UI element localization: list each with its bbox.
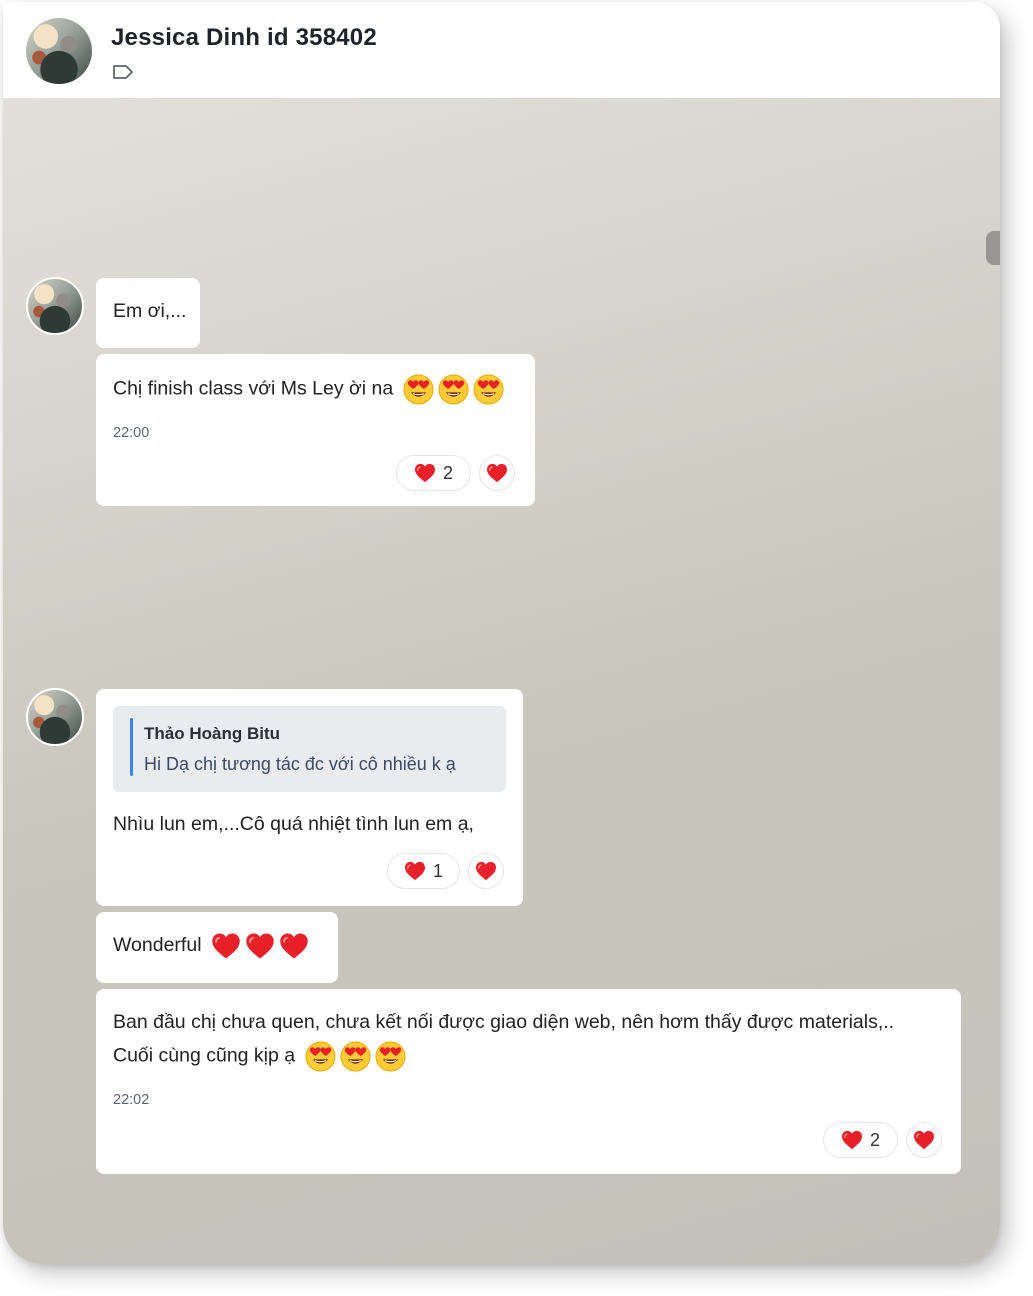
tag-icon[interactable] (112, 64, 134, 80)
reaction-count: 2 (442, 462, 453, 483)
red-heart-emoji-icon (245, 932, 275, 960)
heart-icon (913, 1130, 935, 1150)
message-text-content: Wonderful (113, 934, 202, 957)
chat-window: Jessica Dinh id 358402 Em ơi,... Chị fin… (3, 2, 1000, 1264)
react-button[interactable] (906, 1122, 942, 1158)
heart-icon (475, 861, 497, 881)
message-text-content: Cuối cùng cũng kịp ạ (113, 1044, 296, 1067)
sender-avatar[interactable] (26, 688, 84, 746)
quote-bar (130, 718, 133, 776)
react-button[interactable] (479, 455, 515, 491)
message-bubble[interactable]: Wonderful (96, 912, 338, 983)
heart-icon (486, 463, 508, 483)
reaction-count: 2 (869, 1129, 880, 1150)
reaction-count-pill[interactable]: 2 (823, 1122, 898, 1158)
heart-eyes-emoji-icon (375, 1041, 406, 1072)
heart-eyes-emoji-icon (305, 1041, 336, 1072)
message-bubble[interactable]: Ban đầu chị chưa quen, chưa kết nối được… (96, 989, 961, 1174)
message-time: 22:00 (113, 425, 150, 441)
heart-eyes-emoji-icon (403, 374, 434, 405)
heart-icon (841, 1130, 863, 1150)
message-text-line: Ban đầu chị chưa quen, chưa kết nối được… (113, 1011, 895, 1033)
reaction-count-pill[interactable]: 1 (387, 853, 460, 889)
contact-avatar[interactable] (26, 18, 92, 84)
react-button[interactable] (468, 853, 504, 889)
chat-header: Jessica Dinh id 358402 (3, 2, 1000, 98)
red-heart-emoji-icon (211, 932, 241, 960)
quoted-message[interactable]: Thảo Hoàng Bitu Hi Dạ chị tương tác đc v… (113, 706, 506, 792)
message-text-line: Cuối cùng cũng kịp ạ (113, 1041, 406, 1072)
heart-icon (414, 463, 436, 483)
message-text: Chị finish class với Ms Ley ời na (113, 374, 504, 405)
reaction-count: 1 (432, 860, 443, 881)
message-text: Em ơi,... (113, 300, 187, 322)
message-time: 22:02 (113, 1092, 150, 1108)
message-bubble[interactable]: Thảo Hoàng Bitu Hi Dạ chị tương tác đc v… (96, 689, 523, 906)
message-text-content: Chị finish class với Ms Ley ời na (113, 377, 394, 400)
quote-text: Hi Dạ chị tương tác đc với cô nhiều k ạ (144, 754, 456, 774)
sender-avatar[interactable] (26, 277, 84, 335)
heart-eyes-emoji-icon (340, 1041, 371, 1072)
message-bubble[interactable]: Chị finish class với Ms Ley ời na 22:00 … (96, 354, 535, 506)
heart-eyes-emoji-icon (473, 374, 504, 405)
red-heart-emoji-icon (279, 932, 309, 960)
message-text: Wonderful (113, 932, 309, 960)
message-text: Nhìu lun em,...Cô quá nhiệt tình lun em … (113, 813, 474, 835)
reaction-count-pill[interactable]: 2 (396, 455, 471, 491)
heart-icon (404, 861, 426, 881)
quote-author: Thảo Hoàng Bitu (144, 724, 280, 743)
message-bubble[interactable]: Em ơi,... (96, 278, 200, 348)
scrollbar-thumb[interactable] (986, 231, 1000, 265)
contact-name[interactable]: Jessica Dinh id 358402 (111, 24, 377, 52)
heart-eyes-emoji-icon (438, 374, 469, 405)
